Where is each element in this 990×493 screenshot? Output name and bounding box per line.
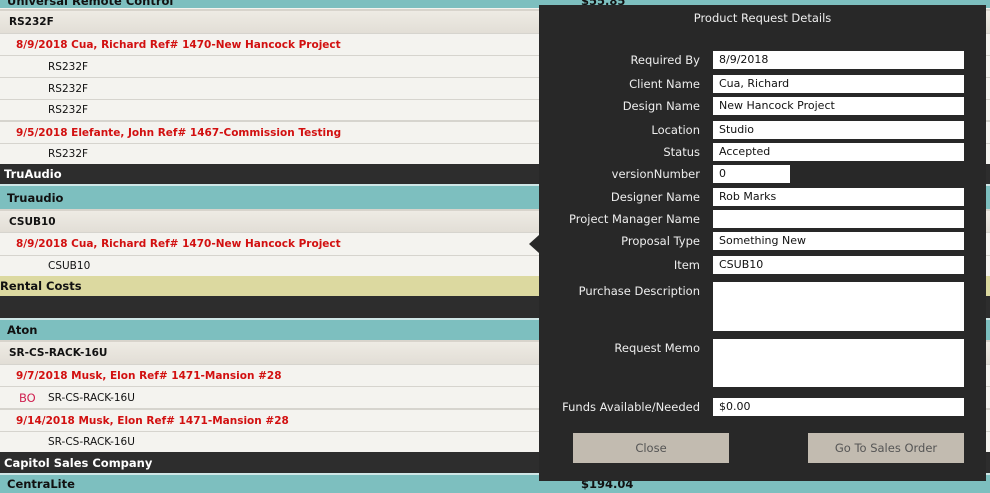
- line-item: RS232F: [48, 148, 89, 160]
- designer-name-field-row: Designer Name Rob Marks: [539, 188, 986, 206]
- client-name-input[interactable]: Cua, Richard: [713, 75, 964, 93]
- request-label: 9/7/2018 Musk, Elon Ref# 1471-Mansion #2…: [16, 369, 282, 382]
- product-request-details-dialog: Product Request Details Required By 8/9/2…: [539, 5, 986, 481]
- close-button[interactable]: Close: [573, 433, 729, 463]
- status-field-row: Status Accepted: [539, 143, 986, 161]
- designer-name-label: Designer Name: [610, 190, 700, 204]
- request-memo-label: Request Memo: [614, 341, 700, 355]
- vendor-name: Aton: [7, 323, 38, 337]
- version-number-label: versionNumber: [611, 167, 700, 181]
- purchase-description-input[interactable]: [713, 282, 964, 331]
- client-name-label: Client Name: [629, 77, 700, 91]
- group-name: Capitol Sales Company: [4, 455, 153, 470]
- dialog-title: Product Request Details: [693, 11, 832, 25]
- item-name: SR-CS-RACK-16U: [9, 347, 108, 359]
- vendor-name: Truaudio: [7, 190, 64, 205]
- item-name: RS232F: [9, 16, 54, 28]
- go-to-sales-order-button[interactable]: Go To Sales Order: [808, 433, 964, 463]
- client-name-field-row: Client Name Cua, Richard: [539, 75, 986, 93]
- request-label: 9/5/2018 Elefante, John Ref# 1467-Commis…: [16, 126, 342, 139]
- location-field-row: Location Studio: [539, 121, 986, 139]
- line-item: RS232F: [48, 104, 89, 116]
- line-item: RS232F: [48, 82, 89, 95]
- status-input[interactable]: Accepted: [713, 143, 964, 161]
- location-label: Location: [651, 123, 700, 137]
- funds-available-needed-input[interactable]: $0.00: [713, 398, 964, 416]
- design-name-field-row: Design Name New Hancock Project: [539, 97, 986, 115]
- design-name-label: Design Name: [622, 99, 700, 113]
- proposal-type-input[interactable]: Something New: [713, 232, 964, 250]
- rental-label: Rental Costs: [0, 279, 82, 293]
- line-item: CSUB10: [48, 260, 91, 272]
- group-name: TruAudio: [4, 167, 62, 181]
- designer-name-input[interactable]: Rob Marks: [713, 188, 964, 206]
- proposal-type-label: Proposal Type: [621, 234, 700, 248]
- item-label: Item: [673, 258, 700, 272]
- required-by-label: Required By: [630, 53, 700, 67]
- request-memo-field-row: Request Memo: [539, 339, 986, 387]
- project-manager-name-label: Project Manager Name: [569, 212, 700, 226]
- status-label: Status: [663, 145, 700, 159]
- request-label: 9/14/2018 Musk, Elon Ref# 1471-Mansion #…: [16, 414, 289, 427]
- project-manager-name-input[interactable]: [713, 210, 964, 228]
- item-field-row: Item CSUB10: [539, 256, 986, 274]
- proposal-type-field-row: Proposal Type Something New: [539, 232, 986, 250]
- required-by-input[interactable]: 8/9/2018: [713, 51, 964, 69]
- design-name-input[interactable]: New Hancock Project: [713, 97, 964, 115]
- version-number-field-row: versionNumber 0: [539, 165, 986, 183]
- popover-pointer: [529, 235, 539, 253]
- purchase-description-field-row: Purchase Description: [539, 282, 986, 331]
- vendor-name: Universal Remote Control: [7, 0, 174, 8]
- version-number-input[interactable]: 0: [713, 165, 790, 183]
- request-memo-input[interactable]: [713, 339, 964, 387]
- required-by-field-row: Required By 8/9/2018: [539, 51, 986, 69]
- backorder-badge: BO: [19, 390, 36, 405]
- item-name: CSUB10: [9, 215, 56, 228]
- funds-available-needed-label: Funds Available/Needed: [562, 400, 700, 414]
- item-input[interactable]: CSUB10: [713, 256, 964, 274]
- purchase-description-label: Purchase Description: [578, 284, 700, 298]
- location-input[interactable]: Studio: [713, 121, 964, 139]
- funds-available-needed-field-row: Funds Available/Needed $0.00: [539, 398, 986, 416]
- line-item: RS232F: [48, 60, 89, 73]
- request-label: 8/9/2018 Cua, Richard Ref# 1470-New Hanc…: [16, 238, 341, 250]
- vendor-name: CentraLite: [7, 477, 75, 491]
- line-item: SR-CS-RACK-16U: [48, 391, 135, 404]
- project-manager-name-field-row: Project Manager Name: [539, 210, 986, 228]
- request-label: 8/9/2018 Cua, Richard Ref# 1470-New Hanc…: [16, 38, 341, 51]
- line-item: SR-CS-RACK-16U: [48, 436, 135, 448]
